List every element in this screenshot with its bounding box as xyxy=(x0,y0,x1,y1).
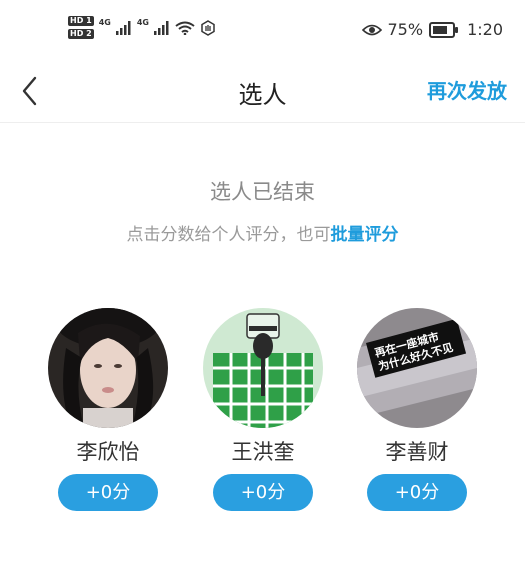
person-card: 李欣怡 +0分 xyxy=(47,308,169,511)
battery-level xyxy=(433,25,447,34)
wifi-icon xyxy=(175,21,195,35)
avatar-photo-1 xyxy=(48,308,168,428)
score-button[interactable]: +0分 xyxy=(58,474,158,511)
person-name: 王洪奎 xyxy=(231,440,295,464)
network-type-1: 4G xyxy=(98,18,111,27)
sim2-tag: HD 2 xyxy=(68,29,94,39)
avatar[interactable]: 再在一座城市 为什么好久不见 xyxy=(357,308,477,428)
person-name: 李善财 xyxy=(385,440,449,464)
person-card: 王洪奎 +0分 xyxy=(202,308,324,511)
battery-icon xyxy=(429,21,459,38)
status-left: HD 1 HD 2 4G 4G xyxy=(68,16,216,39)
person-name: 李欣怡 xyxy=(76,440,140,464)
battery-percent: 75% xyxy=(387,20,424,39)
avatar[interactable] xyxy=(48,308,168,428)
score-button[interactable]: +0分 xyxy=(213,474,313,511)
sim1-tag: HD 1 xyxy=(68,16,94,26)
hand-icon xyxy=(201,19,215,36)
status-right: 75% 1:20 xyxy=(361,20,503,39)
avatar-photo-3: 再在一座城市 为什么好久不见 xyxy=(357,308,477,428)
sim-tags: HD 1 HD 2 xyxy=(68,16,94,39)
avatar-photo-2 xyxy=(203,308,323,428)
resend-button[interactable]: 再次发放 xyxy=(427,75,507,104)
nav-bar: 选人 再次发放 xyxy=(0,62,525,123)
signal-icon xyxy=(153,20,169,35)
batch-score-link[interactable]: 批量评分 xyxy=(331,225,399,245)
notice-subtitle-text: 点击分数给个人评分，也可 xyxy=(126,225,331,245)
status-bar: HD 1 HD 2 4G 4G 75% 1:20 xyxy=(0,0,525,62)
clock-time: 1:20 xyxy=(467,20,503,39)
score-button[interactable]: +0分 xyxy=(367,474,467,511)
avatar[interactable] xyxy=(203,308,323,428)
person-card: 再在一座城市 为什么好久不见 李善财 +0分 xyxy=(356,308,478,511)
signal-icon xyxy=(115,20,131,35)
eye-icon xyxy=(361,24,382,35)
selection-ended-title: 选人已结束 xyxy=(210,180,315,204)
notice-subtitle: 点击分数给个人评分，也可批量评分 xyxy=(0,220,525,245)
network-type-2: 4G xyxy=(136,18,149,27)
